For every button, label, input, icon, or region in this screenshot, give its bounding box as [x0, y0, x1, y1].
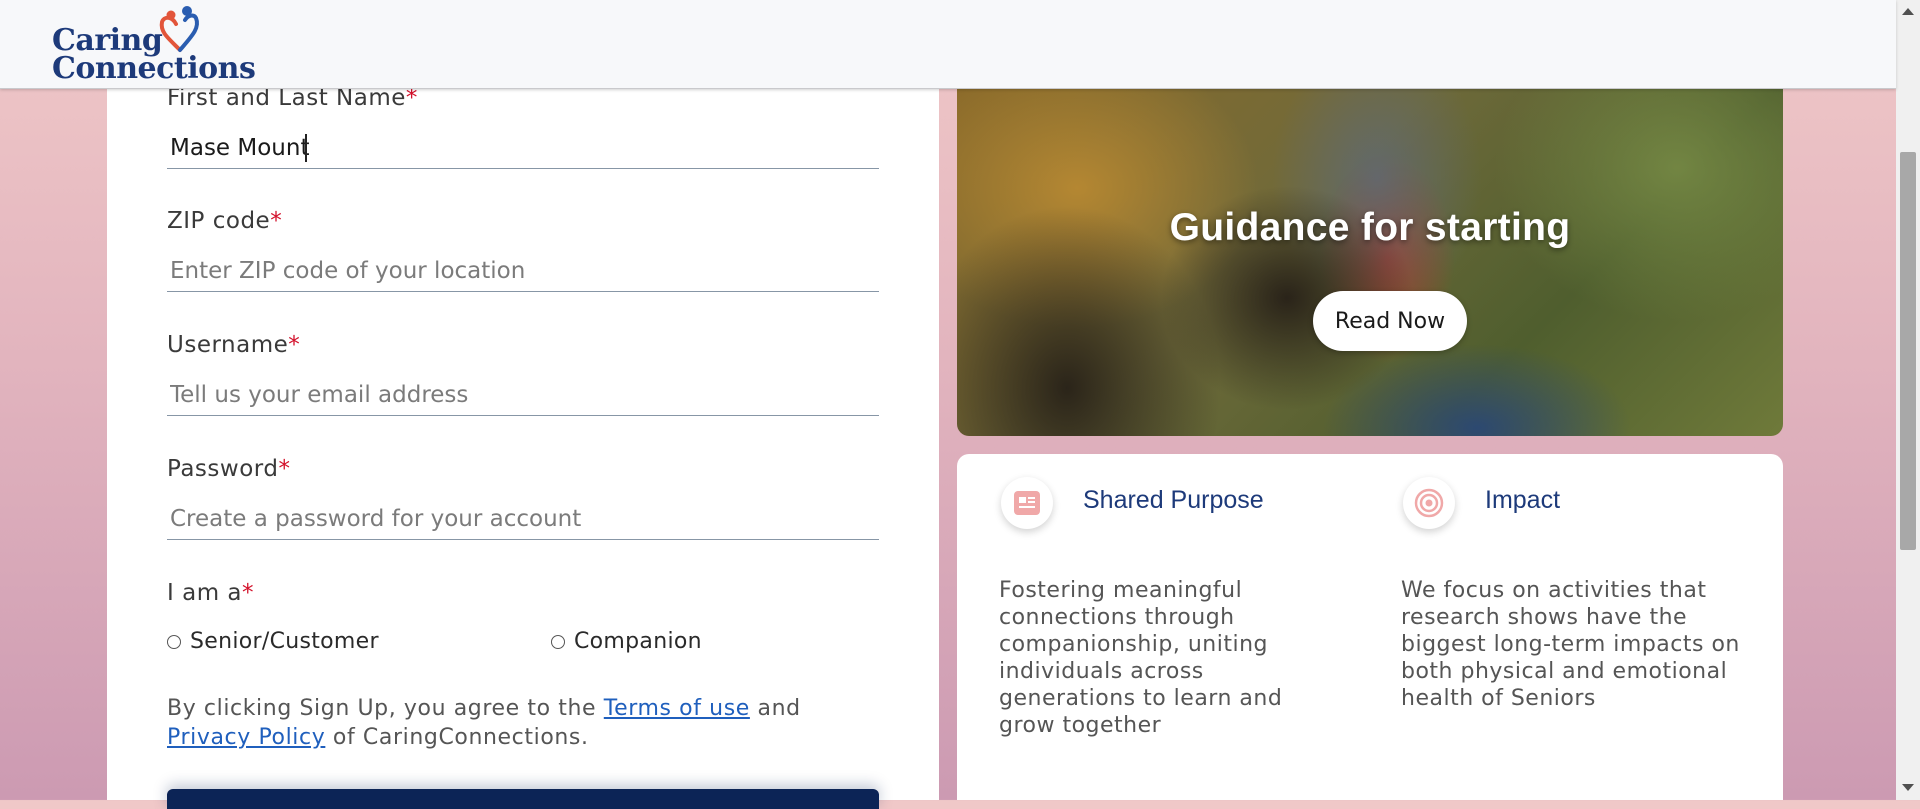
password-field-label: Password* — [167, 456, 291, 482]
news-card-icon — [1001, 477, 1053, 529]
scrollbar-thumb[interactable] — [1900, 152, 1916, 550]
feature-title-impact: Impact — [1485, 486, 1561, 514]
required-asterisk: * — [288, 332, 301, 358]
required-asterisk: * — [242, 580, 254, 606]
text-caret — [305, 134, 307, 162]
signup-form-card: First and Last Name* ZIP code* Username*… — [107, 85, 939, 809]
radio-label: Companion — [574, 629, 702, 654]
logo-text-connections: Connections — [52, 51, 256, 86]
radio-button[interactable] — [551, 634, 565, 649]
scroll-down-arrow-icon[interactable] — [1902, 784, 1914, 791]
radio-button[interactable] — [167, 634, 181, 649]
radio-label: Senior/Customer — [190, 629, 379, 654]
site-header: Caring Connections — [0, 0, 1896, 89]
senior-customer-radio[interactable]: Senior/Customer — [167, 629, 379, 654]
hero-banner-image: Guidance for starting Read Now — [957, 88, 1783, 436]
required-asterisk: * — [270, 208, 283, 234]
required-asterisk: * — [278, 456, 291, 482]
feature-text-shared-purpose: Fostering meaningful connections through… — [999, 578, 1283, 738]
role-field-label: I am a* — [167, 580, 254, 606]
username-input[interactable] — [167, 374, 879, 416]
companion-radio[interactable]: Companion — [551, 629, 702, 654]
feature-title-shared-purpose: Shared Purpose — [1083, 486, 1264, 514]
zip-field-label: ZIP code* — [167, 208, 283, 234]
caring-connections-logo[interactable]: Caring Connections — [52, 4, 256, 86]
password-input[interactable] — [167, 498, 879, 540]
name-input[interactable] — [167, 127, 879, 169]
privacy-policy-link[interactable]: Privacy Policy — [167, 725, 325, 750]
page-scrollbar[interactable] — [1896, 0, 1920, 800]
read-now-button[interactable]: Read Now — [1313, 291, 1467, 351]
username-field-label: Username* — [167, 332, 301, 358]
features-card: Shared Purpose Fostering meaningful conn… — [957, 454, 1783, 800]
sign-up-button[interactable] — [167, 789, 879, 809]
terms-of-use-link[interactable]: Terms of use — [604, 696, 750, 721]
terms-notice: By clicking Sign Up, you agree to the Te… — [167, 696, 801, 750]
target-icon — [1403, 477, 1455, 529]
scroll-up-arrow-icon[interactable] — [1902, 8, 1914, 15]
feature-text-impact: We focus on activities that research sho… — [1401, 578, 1740, 711]
zip-input[interactable] — [167, 250, 879, 292]
hero-title: Guidance for starting — [1169, 206, 1571, 249]
